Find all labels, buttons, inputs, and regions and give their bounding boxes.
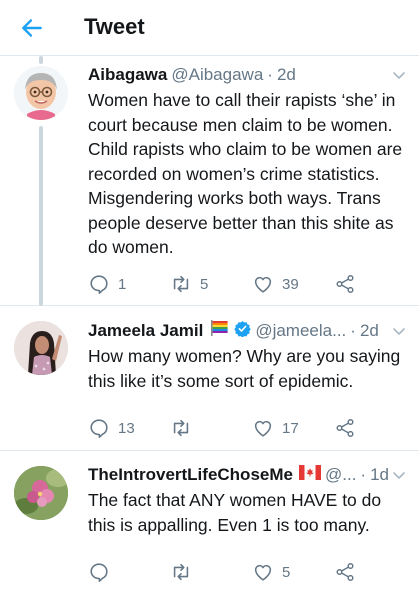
chevron-down-icon[interactable] — [391, 467, 407, 483]
retweet-icon — [173, 275, 189, 293]
back-arrow-icon — [22, 19, 42, 37]
reply-icon — [90, 275, 108, 294]
thread-line — [39, 126, 43, 306]
like-count: 39 — [282, 275, 299, 293]
retweet-icon — [173, 419, 189, 437]
retweet-icon — [173, 563, 189, 581]
share-icon — [336, 563, 354, 581]
display-name[interactable]: Aibagawa — [88, 64, 167, 86]
tweet-text: How many women? Why are you saying this … — [88, 346, 401, 391]
like-count: 5 — [282, 563, 291, 581]
share-icon — [336, 275, 354, 293]
share-button[interactable] — [334, 269, 356, 299]
reply-button[interactable]: 1 — [88, 269, 126, 299]
reply-icon — [90, 419, 108, 438]
tweet-text: The fact that ANY women HAVE to do this … — [88, 490, 382, 535]
display-name[interactable]: Jameela Jamil — [88, 320, 203, 342]
share-button[interactable] — [334, 557, 356, 587]
tweet-jameela-jamil[interactable]: Jameela Jamil @jameela... · 2d How many … — [0, 307, 419, 451]
reply-count: 13 — [118, 419, 135, 437]
display-name[interactable]: TheIntrovertLifeChoseMe — [88, 464, 293, 486]
separator-dot: · — [360, 465, 367, 484]
tweet-header: Aibagawa @Aibagawa · 2d — [88, 64, 407, 86]
chevron-down-icon[interactable] — [391, 67, 407, 83]
retweet-button[interactable] — [170, 557, 200, 587]
heart-icon — [254, 564, 272, 581]
top-bar: Tweet — [0, 0, 419, 56]
flower-avatar-icon — [14, 466, 68, 520]
like-button[interactable]: 17 — [252, 413, 299, 443]
tweet-theintrovertlifechoseme[interactable]: TheIntrovertLifeChoseMe @... · 1d The fa… — [0, 452, 419, 600]
canada-flag-emoji — [298, 464, 321, 486]
tweet-actions: 13 17 — [88, 413, 408, 443]
separator-dot: · — [350, 321, 356, 340]
avatar[interactable] — [14, 321, 68, 375]
rainbow-flag-emoji — [209, 320, 228, 342]
share-icon — [336, 419, 354, 437]
avatar[interactable] — [14, 466, 68, 520]
tweet-text: Women have to call their rapists ‘she’ i… — [88, 90, 403, 257]
thread-line — [39, 56, 43, 64]
like-button[interactable]: 39 — [252, 269, 299, 299]
heart-icon — [254, 420, 272, 437]
like-button[interactable]: 5 — [252, 557, 290, 587]
user-handle[interactable]: @Aibagawa — [171, 64, 263, 86]
photo-avatar-icon — [14, 321, 68, 375]
tweet-header: Jameela Jamil @jameela... · 2d — [88, 320, 407, 342]
retweet-count: 5 — [200, 275, 209, 293]
chevron-down-icon[interactable] — [391, 323, 407, 339]
verified-badge-icon — [234, 320, 252, 342]
memoji-avatar-icon — [14, 66, 68, 120]
back-button[interactable] — [16, 12, 48, 44]
like-count: 17 — [282, 419, 299, 437]
tweet-header: TheIntrovertLifeChoseMe @... · 1d — [88, 464, 407, 486]
timestamp[interactable]: 1d — [370, 464, 389, 486]
tweet-aibagawa[interactable]: Aibagawa @Aibagawa · 2d Women have to ca… — [0, 56, 419, 306]
timestamp[interactable]: 2d — [360, 320, 379, 342]
retweet-button[interactable]: 5 — [170, 269, 208, 299]
timestamp[interactable]: 2d — [277, 64, 296, 86]
heart-icon — [254, 276, 272, 293]
user-handle[interactable]: @jameela... — [255, 320, 346, 342]
reply-button[interactable] — [88, 557, 118, 587]
tweet-actions: 5 — [88, 557, 408, 587]
reply-icon — [90, 563, 108, 582]
separator-dot: · — [267, 65, 273, 84]
retweet-button[interactable] — [170, 413, 200, 443]
tweet-actions: 1 5 39 — [88, 269, 408, 299]
reply-button[interactable]: 13 — [88, 413, 135, 443]
avatar[interactable] — [14, 66, 68, 120]
page-title: Tweet — [84, 14, 145, 39]
share-button[interactable] — [334, 413, 356, 443]
user-handle[interactable]: @... — [325, 464, 356, 486]
reply-count: 1 — [118, 275, 127, 293]
